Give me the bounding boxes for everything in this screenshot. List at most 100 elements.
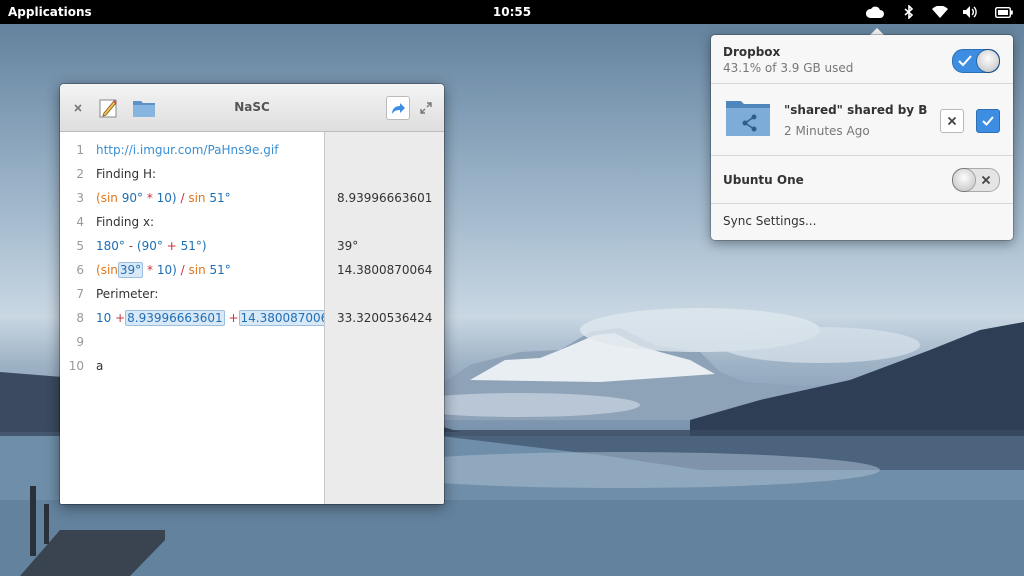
url-link[interactable]: http://i.imgur.com/PaHns9e.gif <box>96 138 278 162</box>
sync-popover: Dropbox 43.1% of 3.9 GB used "shared" sh… <box>711 35 1013 240</box>
editor-line: 6 (sin 39° * 10) / sin 51° <box>60 258 324 282</box>
expression: 10 +8.93996663601 +14.3800870064 <box>96 306 338 330</box>
editor-line: 4 Finding x: <box>60 210 324 234</box>
sync-settings-item[interactable]: Sync Settings... <box>723 214 816 228</box>
editor-line: 5 180° - (90° + 51°) <box>60 234 324 258</box>
line-number: 3 <box>76 191 84 205</box>
number: 10) <box>156 263 177 277</box>
line-number: 2 <box>76 167 84 181</box>
result-value[interactable]: 14.3800870064 <box>337 258 432 282</box>
close-icon <box>981 175 991 185</box>
wifi-icon <box>932 6 948 18</box>
top-panel: Applications 10:55 <box>0 0 1024 24</box>
paren: ) <box>201 239 207 253</box>
share-time: 2 Minutes Ago <box>784 124 870 138</box>
result-value[interactable]: 39° <box>337 234 358 258</box>
titlebar: NaSC <box>60 84 444 132</box>
editor-line: 2 Finding H: <box>60 162 324 186</box>
bluetooth-icon <box>904 5 914 19</box>
accept-share-button[interactable] <box>976 109 1000 133</box>
separator <box>711 83 1013 84</box>
separator <box>711 155 1013 156</box>
clock[interactable]: 10:55 <box>493 5 531 19</box>
result-value[interactable]: 33.3200536424 <box>337 306 432 330</box>
operator: / <box>180 191 185 205</box>
editor-line: 8 10 +8.93996663601 +14.3800870064 <box>60 306 338 330</box>
operator: + <box>166 239 177 253</box>
wifi-indicator[interactable] <box>926 0 954 24</box>
line-number: 6 <box>76 263 84 277</box>
separator <box>711 203 1013 204</box>
maximize-icon <box>420 102 432 114</box>
share-button[interactable] <box>386 96 410 120</box>
number: 51° <box>180 239 202 253</box>
comment-text: Perimeter: <box>96 287 159 301</box>
close-icon <box>947 116 957 126</box>
line-reference-tag[interactable]: 8.93996663601 <box>125 310 225 326</box>
nasc-window: NaSC 1 http://i.imgur.com/PaHns9e.gif 2 … <box>60 84 444 504</box>
editor-line: 1 http://i.imgur.com/PaHns9e.gif <box>60 138 324 162</box>
function-name: sin <box>100 191 118 205</box>
input-text: a <box>96 359 104 373</box>
results-pane: 8.93996663601 39° 14.3800870064 33.32005… <box>324 132 444 504</box>
operator: * <box>146 191 153 205</box>
line-number: 1 <box>76 143 84 157</box>
expression: (sin 39° * 10) / sin 51° <box>96 258 231 282</box>
battery-indicator[interactable] <box>990 0 1018 24</box>
ubuntu-one-title: Ubuntu One <box>723 173 804 187</box>
dropbox-toggle[interactable] <box>952 49 1000 73</box>
dropbox-usage: 43.1% of 3.9 GB used <box>723 61 854 75</box>
number: 90° <box>121 191 143 205</box>
reject-share-button[interactable] <box>940 109 964 133</box>
battery-icon <box>995 6 1013 18</box>
number: 51° <box>209 191 231 205</box>
toggle-knob <box>953 169 975 191</box>
function-name: sin <box>100 263 118 277</box>
editor-line: 10 a <box>60 354 324 378</box>
operator: - <box>128 239 134 253</box>
shared-folder-thumb <box>725 97 771 140</box>
line-number: 9 <box>76 335 84 349</box>
line-number: 4 <box>76 215 84 229</box>
cloud-icon <box>866 6 884 18</box>
line-number: 7 <box>76 287 84 301</box>
editor-line: 7 Perimeter: <box>60 282 324 306</box>
input-editor[interactable]: 1 http://i.imgur.com/PaHns9e.gif 2 Findi… <box>60 132 338 504</box>
shared-folder-icon <box>726 101 770 136</box>
share-title: "shared" shared by Blake <box>784 103 928 117</box>
bluetooth-indicator[interactable] <box>895 0 923 24</box>
line-number: 10 <box>68 359 84 373</box>
share-arrow-icon <box>392 103 405 114</box>
operator: * <box>147 263 153 277</box>
editor-line: 3 (sin 90° * 10) / sin 51° <box>60 186 324 210</box>
dropbox-title: Dropbox <box>723 45 781 59</box>
volume-icon <box>963 6 977 18</box>
cloud-indicator[interactable] <box>861 0 889 24</box>
ubuntu-one-toggle[interactable] <box>952 168 1000 192</box>
operator: + <box>228 311 239 325</box>
expression: 180° - (90° + 51°) <box>96 234 207 258</box>
function-name: sin <box>188 263 206 277</box>
function-name: sin <box>188 191 206 205</box>
expression: (sin 90° * 10) / sin 51° <box>96 186 231 210</box>
line-number: 8 <box>76 311 84 325</box>
check-icon <box>958 55 972 67</box>
operator: / <box>180 263 185 277</box>
maximize-button[interactable] <box>416 98 436 118</box>
check-icon <box>982 116 994 126</box>
number: 180° <box>96 239 125 253</box>
line-number: 5 <box>76 239 84 253</box>
number: 10 <box>96 311 112 325</box>
editor-line: 9 <box>60 330 324 354</box>
number: 51° <box>209 263 231 277</box>
result-value[interactable]: 8.93996663601 <box>337 186 432 210</box>
comment-text: Finding H: <box>96 167 157 181</box>
operator: + <box>115 311 126 325</box>
line-reference-tag[interactable]: 39° <box>117 262 144 278</box>
comment-text: Finding x: <box>96 215 155 229</box>
number: 90° <box>141 239 163 253</box>
number: 10) <box>156 191 177 205</box>
volume-indicator[interactable] <box>957 0 985 24</box>
toggle-knob <box>977 50 999 72</box>
applications-menu[interactable]: Applications <box>8 0 92 24</box>
